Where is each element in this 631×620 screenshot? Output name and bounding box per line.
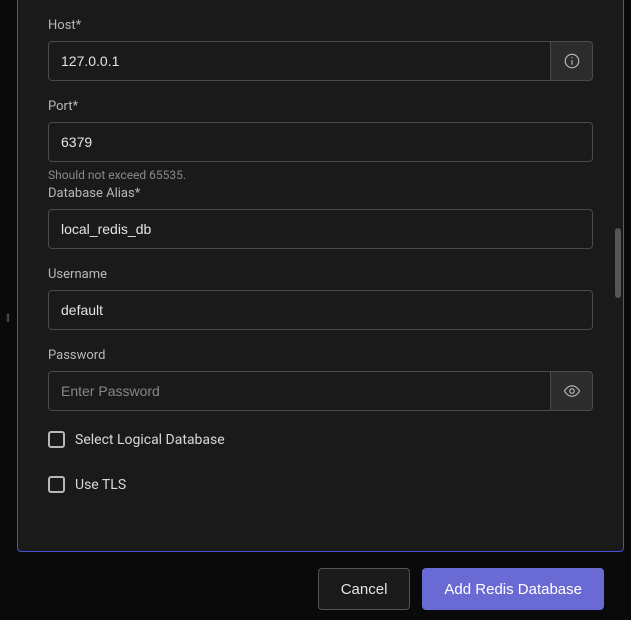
field-port: Port* Should not exceed 65535.: [48, 99, 593, 182]
add-database-button[interactable]: Add Redis Database: [422, 568, 604, 610]
logical-db-checkbox[interactable]: [48, 431, 65, 448]
port-input[interactable]: [48, 122, 593, 162]
cancel-button[interactable]: Cancel: [318, 568, 411, 610]
password-label: Password: [48, 348, 593, 363]
alias-input[interactable]: [48, 209, 593, 249]
port-hint: Should not exceed 65535.: [48, 168, 593, 182]
field-password: Password: [48, 348, 593, 411]
info-icon: [563, 52, 581, 70]
password-input[interactable]: [48, 371, 551, 411]
eye-icon: [563, 382, 581, 400]
field-host: Host*: [48, 18, 593, 81]
logical-db-row[interactable]: Select Logical Database: [48, 431, 593, 448]
field-username: Username: [48, 267, 593, 330]
tls-checkbox[interactable]: [48, 476, 65, 493]
reveal-password-button[interactable]: [551, 371, 593, 411]
username-label: Username: [48, 267, 593, 282]
port-label: Port*: [48, 99, 593, 114]
logical-db-label[interactable]: Select Logical Database: [75, 432, 225, 448]
scrollbar-thumb[interactable]: [615, 228, 621, 298]
username-input[interactable]: [48, 290, 593, 330]
field-alias: Database Alias*: [48, 186, 593, 249]
host-input[interactable]: [48, 41, 551, 81]
alias-label: Database Alias*: [48, 186, 593, 201]
tls-label[interactable]: Use TLS: [75, 477, 126, 493]
resize-handle[interactable]: ||: [6, 313, 9, 324]
tls-row[interactable]: Use TLS: [48, 476, 593, 493]
dialog-footer: Cancel Add Redis Database: [17, 560, 624, 618]
host-label: Host*: [48, 18, 593, 33]
add-database-dialog: Host* Port* Should not exceed 65535. Dat…: [17, 0, 624, 552]
host-info-button[interactable]: [551, 41, 593, 81]
